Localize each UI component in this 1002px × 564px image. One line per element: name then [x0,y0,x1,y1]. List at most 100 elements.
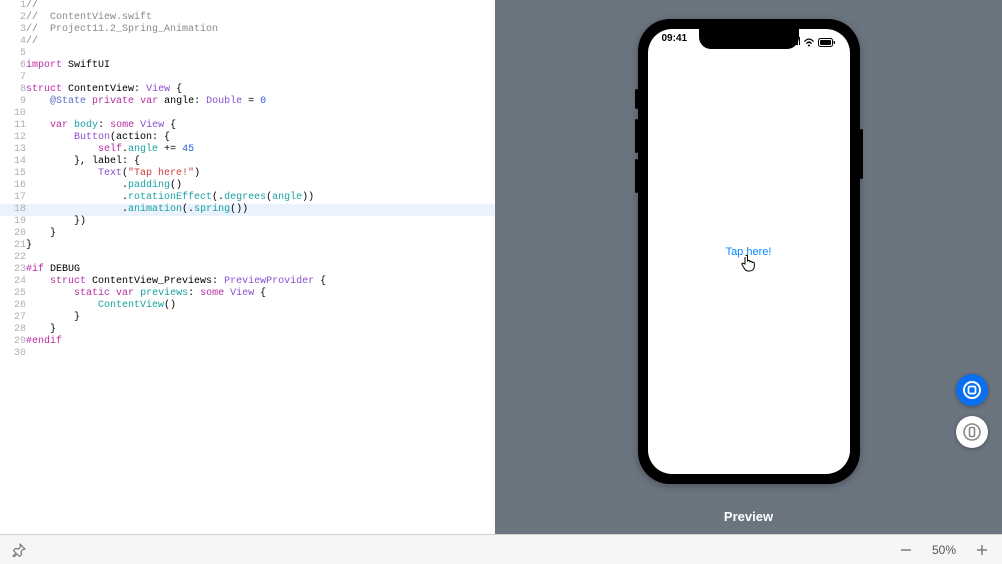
code-content[interactable] [26,348,495,360]
line-number: 12 [0,132,26,144]
code-line[interactable]: 19 }) [0,216,495,228]
code-line[interactable]: 26 ContentView() [0,300,495,312]
line-number: 3 [0,24,26,36]
code-line[interactable]: 30 [0,348,495,360]
code-content[interactable]: var body: some View { [26,120,495,132]
code-line[interactable]: 12 Button(action: { [0,132,495,144]
line-number: 8 [0,84,26,96]
code-editor[interactable]: 1//2// ContentView.swift3// Project11.2_… [0,0,495,534]
bottom-bar: 50% [0,534,1002,564]
code-line[interactable]: 21} [0,240,495,252]
code-content[interactable]: struct ContentView_Previews: PreviewProv… [26,276,495,288]
code-content[interactable] [26,48,495,60]
line-number: 16 [0,180,26,192]
code-line[interactable]: 13 self.angle += 45 [0,144,495,156]
code-line[interactable]: 27 } [0,312,495,324]
code-line[interactable]: 17 .rotationEffect(.degrees(angle)) [0,192,495,204]
zoom-level: 50% [932,543,956,557]
code-content[interactable]: } [26,312,495,324]
code-content[interactable]: .padding() [26,180,495,192]
notch-icon [699,29,799,49]
code-line[interactable]: 14 }, label: { [0,156,495,168]
code-content[interactable]: // Project11.2_Spring_Animation [26,24,495,36]
line-number: 21 [0,240,26,252]
code-line[interactable]: 29#endif [0,336,495,348]
preview-pane: 09:41 Tap here! [495,0,1002,534]
code-content[interactable]: .animation(.spring()) [26,204,495,216]
preview-device-button[interactable] [956,416,988,448]
line-number: 7 [0,72,26,84]
code-line[interactable]: 25 static var previews: some View { [0,288,495,300]
code-content[interactable]: struct ContentView: View { [26,84,495,96]
code-line[interactable]: 8struct ContentView: View { [0,84,495,96]
line-number: 25 [0,288,26,300]
code-content[interactable]: Text("Tap here!") [26,168,495,180]
code-content[interactable]: import SwiftUI [26,60,495,72]
code-content[interactable]: }) [26,216,495,228]
code-line[interactable]: 23#if DEBUG [0,264,495,276]
line-number: 26 [0,300,26,312]
code-line[interactable]: 28 } [0,324,495,336]
code-content[interactable]: } [26,240,495,252]
preview-stage: 09:41 Tap here! [495,0,1002,503]
line-number: 24 [0,276,26,288]
line-number: 28 [0,324,26,336]
side-button-icon [860,129,863,179]
code-line[interactable]: 15 Text("Tap here!") [0,168,495,180]
code-content[interactable]: } [26,324,495,336]
zoom-out-button[interactable] [898,542,914,558]
line-number: 23 [0,264,26,276]
preview-live-button[interactable] [956,374,988,406]
code-content[interactable]: static var previews: some View { [26,288,495,300]
zoom-controls: 50% [898,542,990,558]
line-number: 27 [0,312,26,324]
line-number: 18 [0,204,26,216]
code-line[interactable]: 7 [0,72,495,84]
code-line[interactable]: 10 [0,108,495,120]
code-content[interactable]: self.angle += 45 [26,144,495,156]
line-number: 14 [0,156,26,168]
code-content[interactable]: #if DEBUG [26,264,495,276]
preview-float-buttons [956,374,988,448]
code-content[interactable]: // [26,0,495,12]
code-line[interactable]: 18 .animation(.spring()) [0,204,495,216]
code-content[interactable]: @State private var angle: Double = 0 [26,96,495,108]
code-content[interactable]: }, label: { [26,156,495,168]
code-line[interactable]: 22 [0,252,495,264]
line-number: 10 [0,108,26,120]
code-line[interactable]: 4// [0,36,495,48]
line-number: 6 [0,60,26,72]
code-content[interactable]: ContentView() [26,300,495,312]
code-content[interactable] [26,108,495,120]
code-content[interactable]: // [26,36,495,48]
code-content[interactable]: #endif [26,336,495,348]
vol-down-icon [635,159,638,193]
code-line[interactable]: 16 .padding() [0,180,495,192]
code-content[interactable] [26,72,495,84]
line-number: 30 [0,348,26,360]
vol-up-icon [635,119,638,153]
zoom-in-button[interactable] [974,542,990,558]
code-content[interactable]: Button(action: { [26,132,495,144]
code-line[interactable]: 9 @State private var angle: Double = 0 [0,96,495,108]
code-line[interactable]: 11 var body: some View { [0,120,495,132]
code-content[interactable]: } [26,228,495,240]
line-number: 19 [0,216,26,228]
code-line[interactable]: 5 [0,48,495,60]
line-number: 13 [0,144,26,156]
code-line[interactable]: 1// [0,0,495,12]
code-content[interactable] [26,252,495,264]
code-line[interactable]: 3// Project11.2_Spring_Animation [0,24,495,36]
line-number: 11 [0,120,26,132]
code-line[interactable]: 2// ContentView.swift [0,12,495,24]
pin-icon[interactable] [12,543,26,557]
line-number: 5 [0,48,26,60]
code-content[interactable]: // ContentView.swift [26,12,495,24]
code-content[interactable]: .rotationEffect(.degrees(angle)) [26,192,495,204]
code-line[interactable]: 24 struct ContentView_Previews: PreviewP… [0,276,495,288]
code-line[interactable]: 6import SwiftUI [0,60,495,72]
line-number: 2 [0,12,26,24]
code-line[interactable]: 20 } [0,228,495,240]
line-number: 15 [0,168,26,180]
device-frame: 09:41 Tap here! [638,19,860,484]
